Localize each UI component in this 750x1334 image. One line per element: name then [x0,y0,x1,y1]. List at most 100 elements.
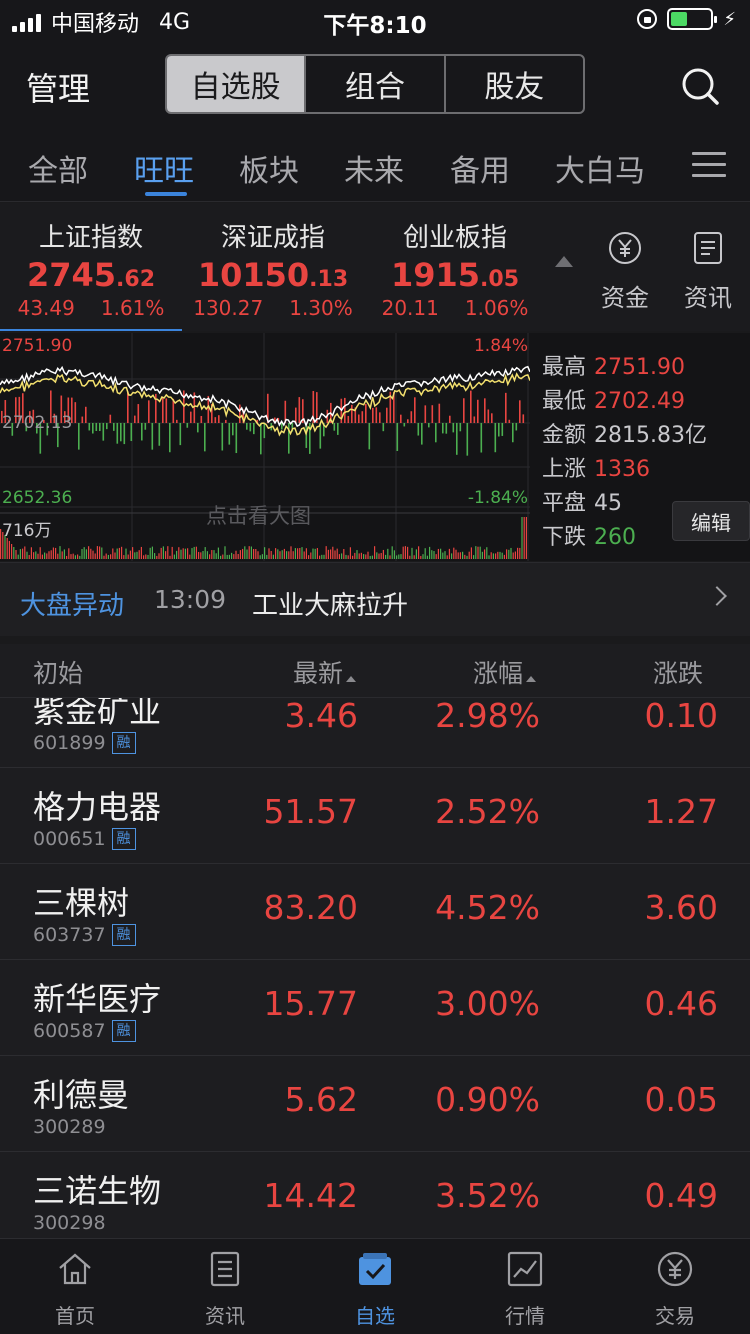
volume-bar [365,554,367,559]
table-row[interactable]: 紫金矿业 601899 融 3.46 2.98% 0.10 [0,698,750,768]
volume-bar [409,555,411,559]
index-value: 10150.13 [197,256,349,294]
intraday-chart[interactable]: 2751.90 2702.13 2652.36 1.84% -1.84% 716… [0,333,530,561]
manage-button[interactable]: 管理 [26,64,90,110]
volume-bar [125,548,127,559]
tab-wangwang[interactable]: 旺旺 [134,146,194,190]
stock-last: 83.20 [263,888,358,927]
volume-bar [396,555,398,559]
volume-bar [211,550,213,559]
index-shanghai[interactable]: 上证指数 2745.62 43.49 1.61% [0,217,182,320]
down-tick-bar [512,423,514,443]
tab-sector[interactable]: 板块 [239,146,299,190]
tab-future[interactable]: 未来 [344,146,404,190]
collapse-triangle-icon[interactable] [555,256,573,267]
column-pct[interactable]: 涨幅 [473,654,537,690]
tab-trade[interactable]: 交易 [600,1249,750,1329]
volume-bar [134,552,136,559]
down-tick-bar [113,423,115,431]
up-tick-bar [295,407,297,423]
volume-bar [72,553,74,559]
down-tick-bar [333,423,336,431]
volume-bar [402,546,404,559]
up-tick-bar [239,404,241,423]
volume-bar [343,549,345,559]
edit-button[interactable]: 编辑 [672,501,750,541]
search-icon[interactable] [680,66,720,106]
up-tick-bar [438,403,441,423]
volume-bar [22,548,24,559]
volume-bar [316,548,318,559]
down-tick-bar [403,423,406,427]
volume-bar [198,551,200,559]
table-row[interactable]: 三诺生物 300298 14.42 3.52% 0.49 [0,1152,750,1238]
volume-bar [279,551,281,559]
volume-bar [99,546,101,559]
segment-portfolio[interactable]: 组合 [306,56,446,112]
menu-icon[interactable] [692,152,726,182]
volume-bar [376,552,378,559]
table-row[interactable]: 三棵树 603737 融 83.20 4.52% 3.60 [0,864,750,960]
up-tick-bar [431,405,434,423]
tab-blue-chip[interactable]: 大白马 [555,146,645,190]
volume-bar [380,553,382,559]
down-tick-bar [144,423,147,430]
volume-bar [501,552,503,559]
stat-low: 最低 2702.49 [542,389,685,414]
segment-watchlist[interactable]: 自选股 [167,56,307,112]
down-tick-bar [396,423,399,451]
volume-bar [187,548,189,559]
tab-home[interactable]: 首页 [0,1249,150,1329]
tab-all[interactable]: 全部 [28,146,88,190]
up-tick-bar [407,419,409,423]
stock-chg: 0.10 [644,698,718,735]
volume-bar [508,549,510,559]
table-row[interactable]: 格力电器 000651 融 51.57 2.52% 1.27 [0,768,750,864]
up-tick-bar [134,415,136,423]
segment-friends[interactable]: 股友 [446,56,583,112]
up-tick-bar [424,405,427,423]
fund-button[interactable]: 资金 [590,230,660,313]
table-row[interactable]: 利德曼 300289 5.62 0.90% 0.05 [0,1056,750,1152]
table-row[interactable]: 新华医疗 600587 融 15.77 3.00% 0.46 [0,960,750,1056]
tab-market[interactable]: 行情 [450,1249,600,1329]
news-button[interactable]: 资讯 [673,230,743,313]
column-chg[interactable]: 涨跌 [653,654,703,690]
volume-bar [312,548,314,559]
up-tick-bar [172,398,175,423]
tab-backup[interactable]: 备用 [450,146,510,190]
down-tick-bar [123,423,126,445]
volume-bar [429,546,431,559]
checkbox-icon [359,1253,391,1285]
volume-bar [231,552,233,559]
index-chinext[interactable]: 创业板指 1915.05 20.11 1.06% [364,217,546,320]
up-tick-bar [372,407,374,423]
volume-bar [77,554,79,559]
segmented-control: 自选股 组合 股友 [165,54,585,114]
volume-bar [74,555,76,559]
stock-list[interactable]: 紫金矿业 601899 融 3.46 2.98% 0.10 格力电器 000651… [0,698,750,1238]
volume-bar [143,555,145,559]
volume-bar [162,546,164,559]
volume-bar [154,553,156,559]
chart-volume-label: 716万 [2,521,52,541]
volume-bar [255,549,257,559]
volume-bar [444,551,446,559]
volume-bar [129,550,131,559]
down-tick-bar [263,423,266,439]
column-name[interactable]: 初始 [33,654,83,690]
market-alert-bar[interactable]: 大盘异动 13:09 工业大麻拉升 [0,562,750,636]
volume-bar [140,546,142,559]
index-shenzhen[interactable]: 深证成指 10150.13 130.27 1.30% [182,217,364,320]
volume-bar [303,551,305,559]
stock-name: 利德曼 [33,1076,130,1114]
up-tick-bar [351,404,353,423]
tab-news[interactable]: 资讯 [150,1249,300,1329]
volume-bar [488,555,490,559]
index-change: 130.27 1.30% [193,296,353,320]
column-headers: 初始 最新 涨幅 涨跌 [0,644,750,698]
tab-watchlist[interactable]: 自选 [300,1249,450,1329]
down-tick-bar [151,423,154,450]
column-last[interactable]: 最新 [293,654,357,690]
alert-title: 工业大麻拉升 [252,591,409,621]
